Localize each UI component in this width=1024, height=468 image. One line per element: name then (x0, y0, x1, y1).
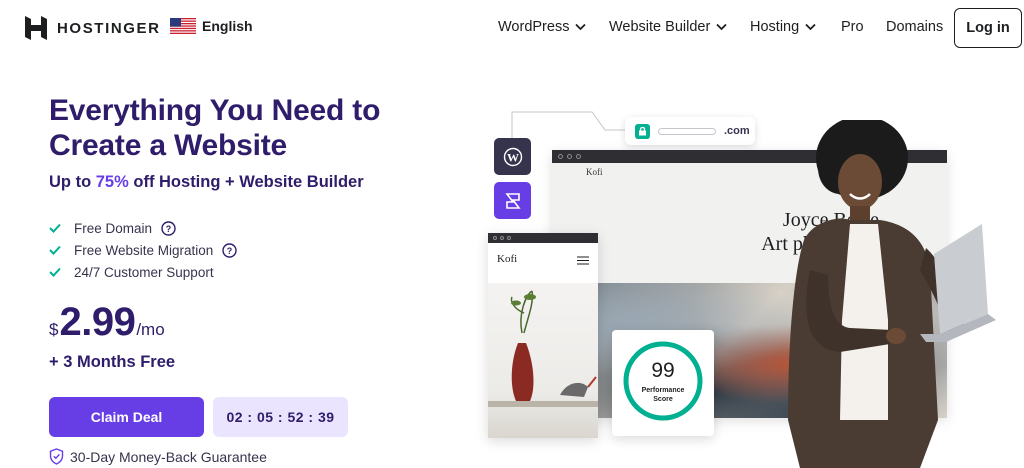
hero-headline: Everything You Need to Create a Website (49, 94, 381, 162)
svg-text:?: ? (227, 246, 233, 256)
check-icon (49, 223, 61, 233)
svg-text:?: ? (166, 224, 172, 234)
menu-item-hosting[interactable]: Hosting (750, 19, 816, 35)
mobile-site-photo (488, 283, 598, 438)
menu-item-label: Website Builder (609, 19, 711, 35)
list-item: Free Website Migration ? (49, 239, 238, 261)
discount-percent: 75% (95, 173, 129, 191)
feature-label: Free Domain (74, 220, 153, 236)
subhead-prefix: Up to (49, 173, 96, 191)
hostinger-logo-icon (25, 16, 47, 40)
performance-score-card: 99 Performance Score (612, 330, 714, 436)
mobile-site-preview: Kofi (488, 233, 598, 438)
feature-label: Free Website Migration (74, 242, 214, 258)
brand-logo[interactable]: HOSTINGER (25, 16, 161, 40)
menu-item-pro[interactable]: Pro (841, 19, 864, 35)
language-label: English (202, 18, 253, 34)
shield-check-icon (49, 448, 64, 465)
list-item: Free Domain ? (49, 217, 237, 239)
performance-score-value: 99 (651, 359, 675, 382)
menu-item-wordpress[interactable]: WordPress (498, 19, 587, 35)
hamburger-menu-icon (577, 256, 589, 265)
feature-label: 24/7 Customer Support (74, 264, 214, 280)
site-logo: Kofi (497, 253, 518, 265)
price-amount: 2.99 (59, 300, 136, 344)
menu-item-label: WordPress (498, 19, 570, 35)
chevron-down-icon (716, 23, 727, 31)
top-navigation: HOSTINGER English WordPress Website Buil… (0, 0, 1024, 56)
menu-item-website-builder[interactable]: Website Builder (609, 19, 727, 35)
lock-icon (635, 123, 650, 139)
subhead-suffix: off Hosting + Website Builder (128, 173, 364, 191)
hero-illustration: .com W Kofi Joyce Beale, Art photograph … (480, 100, 1024, 468)
price-display: $ 2.99 /mo (49, 300, 165, 344)
bonus-offer: + 3 Months Free (49, 353, 176, 371)
menu-item-label: Domains (886, 19, 944, 35)
mobile-site-header: Kofi (488, 243, 598, 283)
website-builder-icon (494, 182, 531, 219)
chevron-down-icon (805, 23, 816, 31)
money-back-guarantee: 30-Day Money-Back Guarantee (49, 448, 267, 465)
feature-list: Free Domain ? Free Website Migration ? 2… (49, 217, 238, 283)
domain-suffix: .com (724, 125, 750, 137)
site-logo: Kofi (586, 167, 603, 177)
wordpress-icon: W (494, 138, 531, 175)
browser-bar (488, 233, 598, 243)
list-item: 24/7 Customer Support (49, 261, 237, 283)
url-placeholder (658, 127, 716, 135)
svg-text:W: W (507, 150, 519, 164)
menu-item-domains[interactable]: Domains (886, 19, 943, 35)
language-selector[interactable]: English (170, 18, 253, 34)
help-icon[interactable]: ? (161, 220, 176, 236)
menu-item-label: Pro (841, 19, 864, 35)
price-period: /mo (136, 320, 165, 339)
check-icon (49, 267, 61, 277)
score-label-line2: Score (653, 396, 673, 403)
domain-bar: .com (625, 117, 755, 145)
login-button[interactable]: Log in (954, 8, 1022, 48)
performance-score-label: Performance Score (612, 386, 714, 404)
price-currency: $ (49, 320, 59, 339)
vase-still-life (488, 290, 598, 407)
claim-deal-button[interactable]: Claim Deal (49, 397, 204, 437)
score-label-line1: Performance (641, 387, 685, 394)
person-with-laptop (788, 120, 996, 468)
menu-item-label: Hosting (750, 19, 800, 35)
check-icon (49, 245, 61, 255)
hero-subheadline: Up to 75% off Hosting + Website Builder (49, 173, 364, 192)
brand-name: HOSTINGER (57, 19, 161, 37)
help-icon[interactable]: ? (222, 242, 238, 258)
guarantee-label: 30-Day Money-Back Guarantee (70, 448, 267, 465)
chevron-down-icon (575, 23, 587, 31)
us-flag-icon (170, 18, 196, 34)
countdown-timer: 02 : 05 : 52 : 39 (213, 397, 348, 437)
